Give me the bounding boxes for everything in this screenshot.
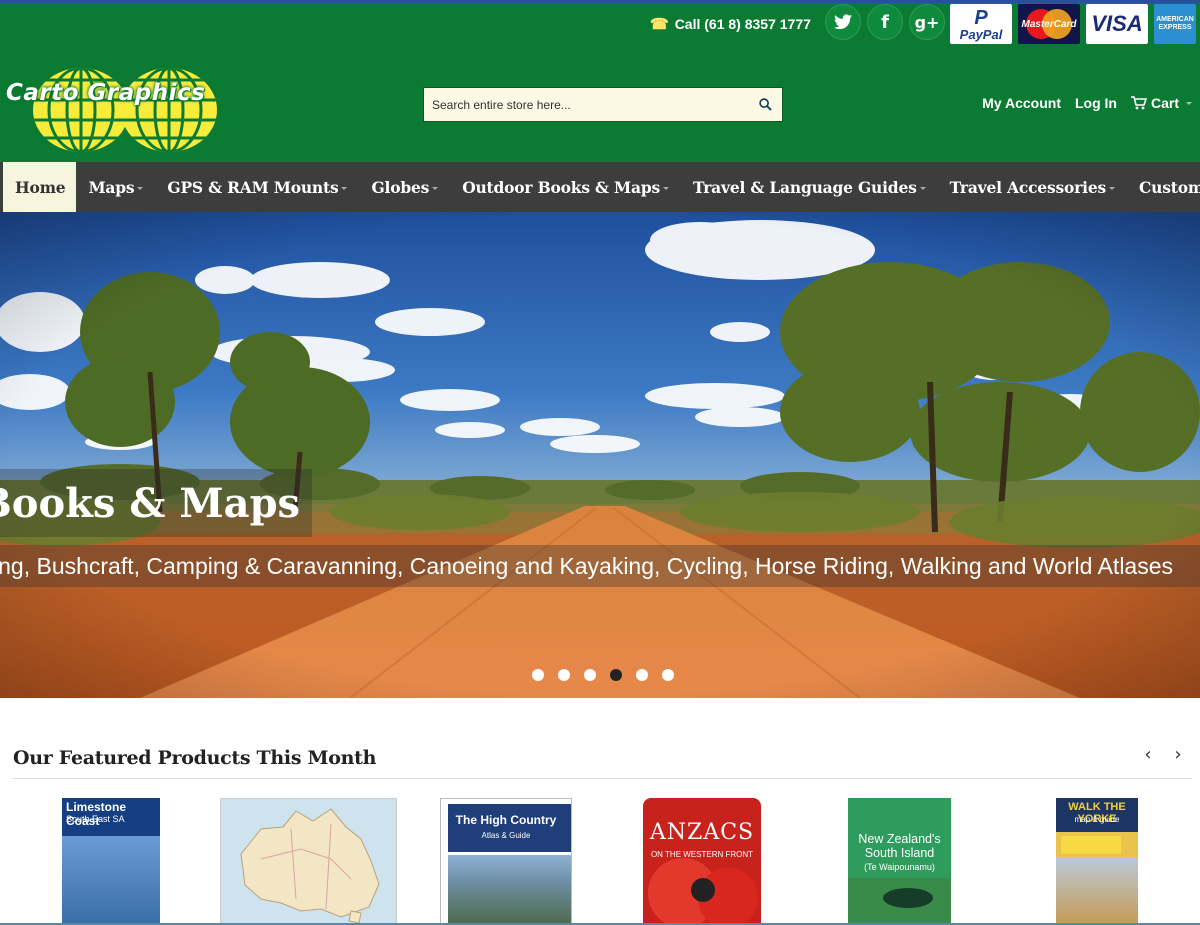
logo-text: Carto Graphics	[6, 80, 206, 106]
product-subtitle: map & guide	[1074, 815, 1120, 824]
googleplus-glyph: g+	[914, 12, 940, 32]
carousel-next-button[interactable]: ›	[1168, 743, 1188, 765]
product-title: ANZACS	[649, 820, 755, 845]
slider-dot[interactable]	[584, 669, 596, 681]
search-bar	[423, 87, 783, 122]
phone-icon: ☎	[650, 16, 669, 33]
featured-title: Our Featured Products This Month	[13, 747, 377, 769]
login-link[interactable]: Log In	[1075, 95, 1117, 111]
slide-caption-box: ing, Bushcraft, Camping & Caravanning, C…	[0, 545, 1200, 587]
nav-label: Travel & Language Guides	[693, 177, 917, 197]
nav-label: Globes	[371, 177, 430, 197]
my-account-link[interactable]: My Account	[982, 95, 1061, 111]
payment-methods: P PayPal MasterCard VISA AMERICAN EXPRES…	[950, 4, 1196, 44]
mastercard-label: MasterCard	[1021, 18, 1077, 30]
visa-logo: VISA	[1086, 4, 1148, 44]
product-title: New Zealand's South Island	[858, 832, 941, 861]
paypal-mark: P	[974, 6, 988, 29]
chevron-down-icon	[663, 186, 669, 190]
mastercard-logo: MasterCard	[1018, 4, 1080, 44]
amex-logo: AMERICAN EXPRESS	[1154, 4, 1196, 44]
nav-label: Custom Maps	[1139, 177, 1200, 197]
main-nav: Home Maps GPS & RAM Mounts Globes Outdoo…	[0, 162, 1200, 212]
hero-outback-image	[0, 212, 1200, 698]
product-card[interactable]: New Zealand's South Island (Te Waipounam…	[848, 798, 951, 925]
cart-button[interactable]: Cart	[1130, 95, 1192, 111]
hero-slider[interactable]: Books & Maps ing, Bushcraft, Camping & C…	[0, 212, 1200, 698]
chevron-down-icon	[1109, 186, 1116, 190]
search-button[interactable]	[748, 88, 782, 121]
product-subtitle: South East SA	[66, 814, 125, 824]
site-header: ☎ Call (61 8) 8357 1777 f g+ P PayPal Ma…	[0, 0, 1200, 162]
nav-item-travel-language-guides[interactable]: Travel & Language Guides	[681, 162, 938, 212]
chevron-down-icon	[341, 186, 348, 190]
nav-item-gps-ram-mounts[interactable]: GPS & RAM Mounts	[155, 162, 359, 212]
amex-line1: AMERICAN	[1156, 16, 1194, 24]
slider-dot-active[interactable]	[610, 669, 622, 681]
amex-line2: EXPRESS	[1158, 24, 1192, 31]
chevron-down-icon	[137, 186, 144, 190]
nav-label: Travel Accessories	[949, 177, 1107, 197]
facebook-glyph: f	[881, 11, 889, 33]
product-card[interactable]: Limestone Coast South East SA	[62, 798, 160, 925]
australia-map-image	[221, 799, 396, 924]
nav-label: Outdoor Books & Maps	[462, 177, 660, 197]
slide-title: Books & Maps	[0, 479, 301, 527]
visa-label: VISA	[1091, 11, 1143, 36]
product-card[interactable]	[220, 798, 397, 925]
nav-item-outdoor-books-maps[interactable]: Outdoor Books & Maps	[450, 162, 681, 212]
product-card[interactable]: ANZACS ON THE WESTERN FRONT	[643, 798, 761, 925]
product-card[interactable]: The High Country Atlas & Guide	[440, 798, 572, 925]
slide-title-box: Books & Maps	[0, 469, 313, 537]
product-title: The High Country	[455, 813, 557, 827]
product-subtitle: ON THE WESTERN FRONT	[650, 850, 754, 859]
chevron-right-icon: ›	[1174, 743, 1182, 765]
phone-contact[interactable]: ☎ Call (61 8) 8357 1777	[650, 13, 811, 35]
paypal-logo: P PayPal	[950, 4, 1012, 44]
cart-icon	[1130, 96, 1147, 110]
slider-dot[interactable]	[636, 669, 648, 681]
twitter-icon[interactable]	[825, 4, 861, 40]
nav-label: GPS & RAM Mounts	[167, 177, 339, 197]
nav-item-custom-maps[interactable]: Custom Maps	[1127, 162, 1200, 212]
featured-divider	[12, 778, 1192, 779]
slider-dot[interactable]	[532, 669, 544, 681]
product-subtitle: (Te Waipounamu)	[864, 862, 935, 872]
slider-dots	[532, 669, 674, 681]
facebook-icon[interactable]: f	[867, 4, 903, 40]
googleplus-icon[interactable]: g+	[909, 4, 945, 40]
paypal-label: PayPal	[959, 26, 1003, 42]
nav-label: Maps	[88, 177, 135, 197]
search-icon	[758, 98, 772, 111]
carousel-prev-button[interactable]: ‹	[1138, 743, 1158, 765]
slider-dot[interactable]	[558, 669, 570, 681]
account-links: My Account Log In Cart	[982, 95, 1192, 111]
chevron-down-icon	[1186, 101, 1192, 105]
social-links: f g+	[825, 4, 945, 40]
slider-dot[interactable]	[662, 669, 674, 681]
phone-text: Call (61 8) 8357 1777	[674, 16, 811, 32]
nav-item-maps[interactable]: Maps	[76, 162, 155, 212]
cart-label: Cart	[1150, 95, 1179, 111]
product-subtitle: Atlas & Guide	[481, 831, 531, 840]
chevron-down-icon	[432, 186, 439, 190]
chevron-down-icon	[919, 186, 926, 190]
product-card[interactable]: WALK THE YORKE map & guide	[1056, 798, 1138, 925]
nav-item-globes[interactable]: Globes	[359, 162, 450, 212]
nav-item-travel-accessories[interactable]: Travel Accessories	[938, 162, 1127, 212]
nav-item-home[interactable]: Home	[3, 162, 77, 212]
slide-caption: ing, Bushcraft, Camping & Caravanning, C…	[0, 552, 1174, 579]
search-input[interactable]	[424, 88, 748, 121]
nav-label: Home	[15, 177, 66, 197]
chevron-left-icon: ‹	[1144, 743, 1152, 765]
poppy-image	[648, 858, 758, 925]
site-logo[interactable]: Carto Graphics	[6, 58, 241, 153]
